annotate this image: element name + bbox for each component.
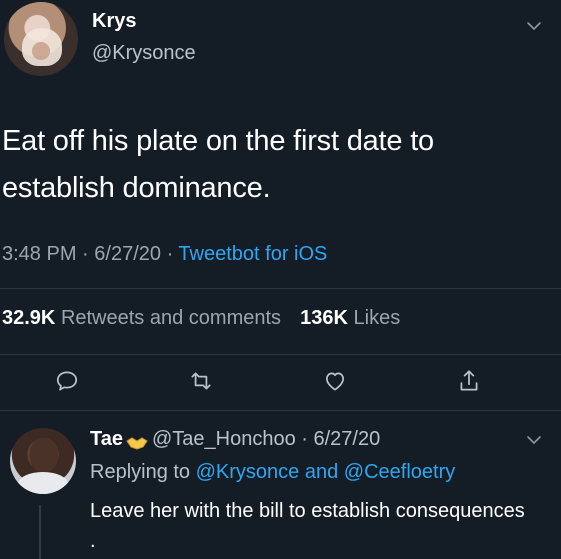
chevron-down-icon[interactable]: [526, 432, 542, 448]
divider: [0, 410, 561, 411]
tweet-time: 3:48 PM: [2, 243, 77, 265]
retweets-label: Retweets and comments: [60, 307, 282, 329]
tweet-meta: 3:48 PM · 6/27/20 · Tweetbot for iOS: [2, 243, 328, 265]
retweets-stat[interactable]: 32.9K Retweets and comments: [2, 307, 281, 329]
replying-to-label: Replying to: [90, 461, 191, 483]
share-button[interactable]: [454, 366, 484, 396]
speech-bubble-icon: [56, 371, 78, 391]
like-button[interactable]: [320, 366, 350, 396]
thread-line: [39, 505, 41, 559]
likes-count: 136K: [300, 307, 348, 329]
author-display-name[interactable]: Krys: [92, 10, 136, 33]
reply-header: Tae @Tae_Honchoo · 6/27/20: [90, 428, 381, 450]
reply-display-name[interactable]: Tae: [90, 428, 123, 450]
tweet-text: Eat off his plate on the first date to e…: [2, 125, 434, 204]
tweet-source-link[interactable]: Tweetbot for iOS: [178, 243, 327, 265]
author-avatar[interactable]: [4, 2, 78, 76]
divider: [0, 354, 561, 355]
replying-to-line: Replying to @Krysonce and @Ceefloetry: [90, 461, 455, 484]
tweet-date[interactable]: 6/27/20: [94, 243, 161, 265]
reply-author-avatar[interactable]: [10, 428, 76, 494]
mention-link[interactable]: @Krysonce: [196, 461, 300, 483]
likes-stat[interactable]: 136K Likes: [300, 307, 400, 329]
heart-icon: [326, 372, 344, 391]
retweet-icon: [191, 372, 211, 390]
reply-date[interactable]: 6/27/20: [314, 428, 381, 450]
mention-link[interactable]: @Ceefloetry: [344, 461, 455, 483]
reply-handle[interactable]: @Tae_Honchoo: [152, 428, 296, 450]
reply-button[interactable]: [52, 366, 82, 396]
mention-conjunction: and: [304, 461, 339, 483]
chevron-down-icon[interactable]: [526, 18, 542, 34]
reply-text: Leave her with the bill to establish con…: [90, 500, 525, 552]
handshake-emoji-icon: [126, 433, 148, 450]
likes-label: Likes: [353, 307, 401, 329]
divider: [0, 288, 561, 289]
retweet-button[interactable]: [186, 366, 216, 396]
retweets-count: 32.9K: [2, 307, 56, 329]
share-icon: [460, 370, 478, 391]
tweet-stats: 32.9K Retweets and comments 136K Likes: [2, 307, 400, 330]
author-handle[interactable]: @Krysonce: [92, 42, 196, 65]
